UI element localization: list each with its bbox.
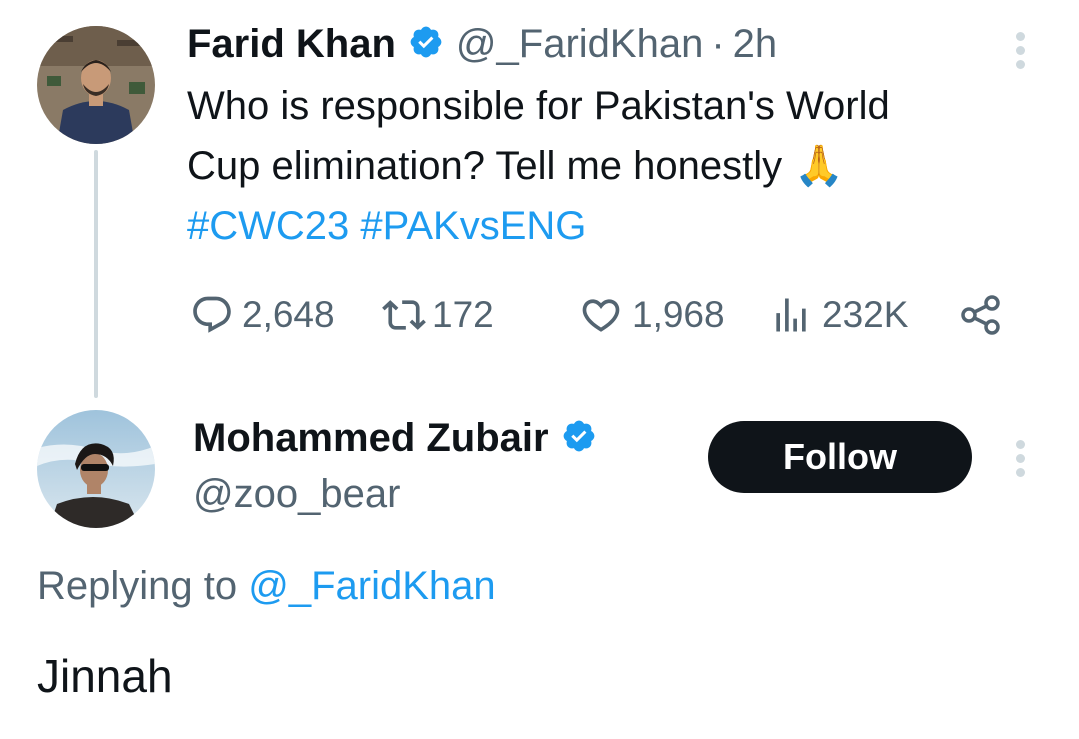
reply-action[interactable]: 2,648: [190, 287, 335, 343]
tweet-text-line-2: Cup elimination? Tell me honestly 🙏: [187, 136, 1047, 196]
verified-badge-icon: [561, 418, 597, 459]
hashtag-cwc23[interactable]: #CWC23: [187, 204, 349, 248]
tweet-time[interactable]: 2h: [733, 20, 778, 68]
replying-to-mention[interactable]: @_FaridKhan: [248, 564, 495, 608]
views-action[interactable]: 232K: [768, 287, 908, 343]
farid-khan-avatar[interactable]: [37, 26, 155, 144]
reply-header: Mohammed Zubair: [193, 414, 597, 462]
reply-more-options-icon[interactable]: [1014, 440, 1026, 477]
tweet-body: Who is responsible for Pakistan's World …: [187, 76, 1047, 256]
author-handle[interactable]: @_FaridKhan: [456, 20, 703, 68]
share-icon: [958, 292, 1004, 338]
retweet-icon: [380, 293, 428, 337]
share-action[interactable]: [958, 287, 1004, 343]
reply-icon: [190, 293, 234, 337]
views-bar-chart-icon: [768, 293, 814, 337]
tweet-hashtags: #CWC23 #PAKvsENG: [187, 196, 1047, 256]
heart-icon: [578, 293, 624, 337]
tweet-header: Farid Khan @_FaridKhan · 2h: [187, 20, 777, 68]
mohammed-zubair-avatar[interactable]: [37, 410, 155, 528]
retweet-action[interactable]: 172: [380, 287, 494, 343]
like-action[interactable]: 1,968: [578, 287, 725, 343]
reply-author-handle[interactable]: @zoo_bear: [193, 470, 400, 518]
follow-button[interactable]: Follow: [708, 421, 972, 493]
replying-to-line: Replying to @_FaridKhan: [37, 560, 496, 612]
reply-count: 2,648: [242, 294, 335, 335]
views-count: 232K: [822, 294, 909, 335]
reply-author-name[interactable]: Mohammed Zubair: [193, 414, 549, 462]
replying-to-label: Replying to: [37, 564, 238, 608]
author-name[interactable]: Farid Khan: [187, 20, 396, 68]
thread-connector-line: [94, 150, 98, 398]
hashtag-pakvseng[interactable]: #PAKvsENG: [360, 204, 586, 248]
separator-dot: ·: [711, 22, 725, 66]
folded-hands-emoji: 🙏: [794, 143, 844, 189]
like-count: 1,968: [632, 294, 725, 335]
verified-badge-icon: [408, 24, 444, 65]
tweet-text-line-1: Who is responsible for Pakistan's World: [187, 84, 890, 128]
tweet-text-line-2-content: Cup elimination? Tell me honestly: [187, 144, 783, 188]
retweet-count: 172: [432, 294, 494, 335]
more-options-icon[interactable]: [1014, 32, 1026, 69]
reply-body: Jinnah: [37, 650, 173, 702]
